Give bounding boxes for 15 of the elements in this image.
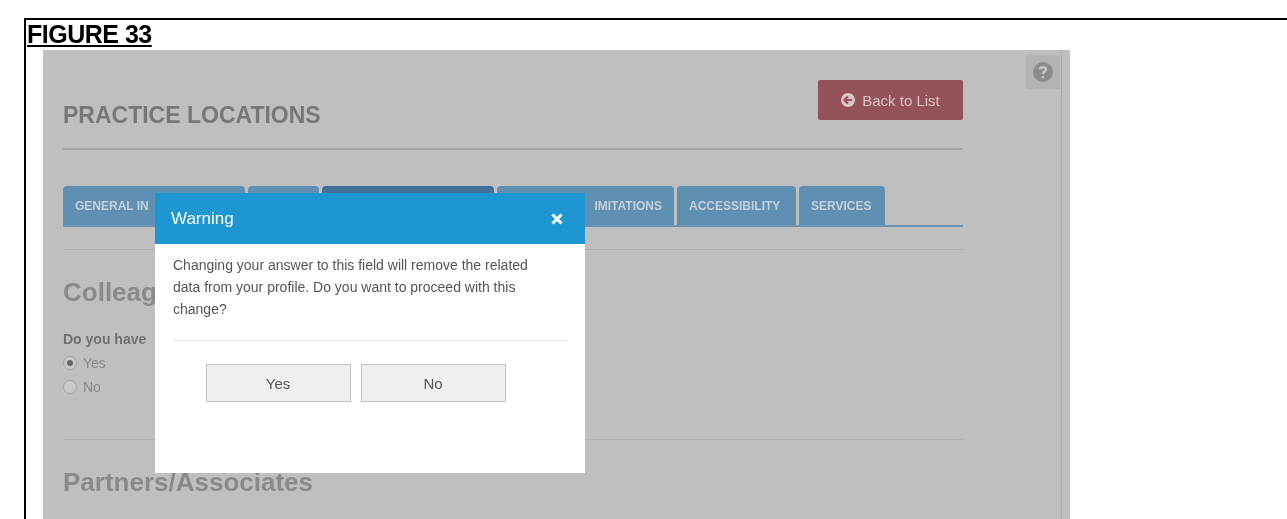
question-label: Do you have [63, 331, 147, 347]
help-icon [1033, 62, 1053, 82]
radio-button[interactable] [63, 380, 77, 394]
close-icon[interactable] [551, 212, 563, 225]
radio-button[interactable] [63, 356, 77, 370]
left-arrow-icon [841, 93, 856, 107]
dialog-message: Changing your answer to this field will remove the related data from your profile. Do you want to proceed with this change? [173, 256, 529, 319]
dialog-button[interactable]: No [360, 364, 506, 402]
dialog-button[interactable]: Yes [205, 364, 351, 402]
page-title: PRACTICE LOCATIONS [63, 102, 321, 129]
tab[interactable]: ACCESSIBILITY [677, 186, 796, 225]
back-to-list-button[interactable]: Back to List [818, 80, 963, 120]
tab[interactable]: SERVICES [799, 186, 885, 225]
figure-caption: FIGURE 33 [26, 20, 152, 48]
help-button[interactable] [1026, 55, 1060, 89]
